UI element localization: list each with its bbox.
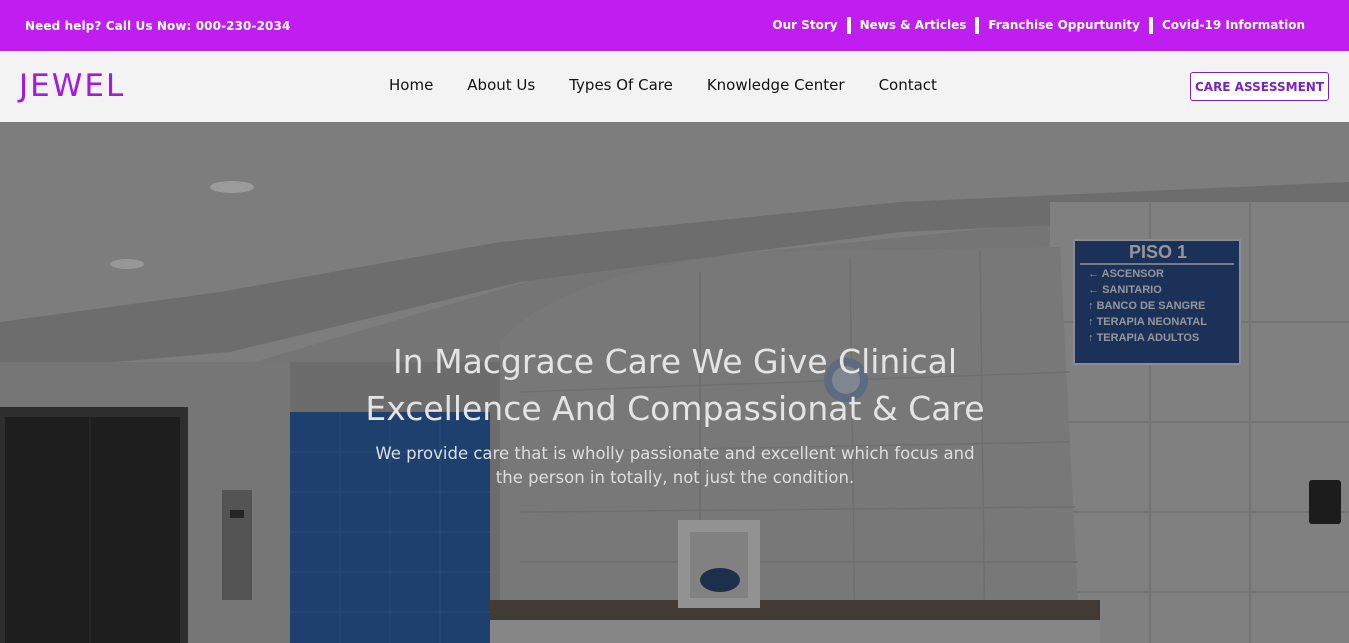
- hero-subtitle-line-1: We provide care that is wholly passionat…: [375, 444, 975, 463]
- site-logo[interactable]: JEWEL: [19, 68, 125, 104]
- main-nav-bar: JEWEL Home About Us Types Of Care Knowle…: [0, 51, 1349, 122]
- nav-item-types-of-care[interactable]: Types Of Care: [552, 76, 690, 94]
- help-phone-text: Need help? Call Us Now: 000-230-2034: [25, 18, 291, 33]
- care-assessment-button[interactable]: CARE ASSESSMENT: [1190, 72, 1329, 101]
- top-bar: Need help? Call Us Now: 000-230-2034 Our…: [0, 0, 1349, 51]
- top-link-franchise[interactable]: Franchise Oppurtunity: [975, 17, 1149, 34]
- hero-subtitle: We provide care that is wholly passionat…: [370, 442, 980, 490]
- nav-item-contact[interactable]: Contact: [862, 76, 954, 94]
- top-link-covid-info[interactable]: Covid-19 Information: [1148, 17, 1314, 34]
- hero-title: In Macgrace Care We Give Clinical Excell…: [330, 338, 1020, 432]
- top-link-our-story[interactable]: Our Story: [763, 17, 846, 34]
- nav-item-about-us[interactable]: About Us: [450, 76, 552, 94]
- hero-subtitle-line-2: the person in totally, not just the cond…: [495, 468, 855, 487]
- top-links: Our Story News & Articles Franchise Oppu…: [763, 17, 1314, 34]
- hero-section: PISO 1 ← ASCENSOR ← SANITARIO ↑ BANCO DE…: [0, 122, 1349, 643]
- nav-item-knowledge-center[interactable]: Knowledge Center: [690, 76, 862, 94]
- hero-title-line-1: In Macgrace Care We Give Clinical: [392, 342, 958, 381]
- main-menu: Home About Us Types Of Care Knowledge Ce…: [372, 76, 954, 94]
- top-link-news-articles[interactable]: News & Articles: [846, 17, 976, 34]
- nav-item-home[interactable]: Home: [372, 76, 450, 94]
- hero-title-line-2: Excellence And Compassionat & Care: [365, 389, 985, 428]
